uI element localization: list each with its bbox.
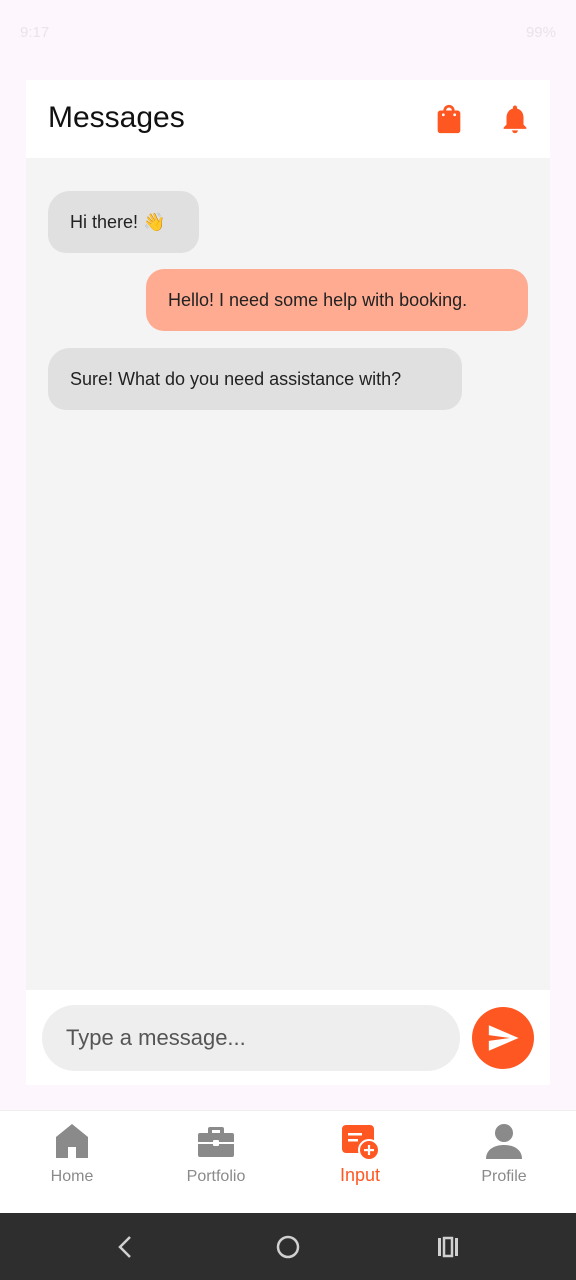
page-title: Messages (48, 101, 185, 134)
system-navigation-bar (0, 1213, 576, 1280)
nav-item-profile[interactable]: Profile (432, 1111, 576, 1214)
back-icon[interactable] (110, 1231, 142, 1263)
message-bubble-incoming: Sure! What do you need assistance with? (48, 348, 462, 410)
nav-label-input: Input (339, 1165, 381, 1185)
bottom-navigation: Home Portfolio Input Profile (0, 1110, 576, 1213)
app-header: Messages (26, 80, 550, 158)
messages-card: Messages Hi there! 👋 Hello! I need some … (26, 80, 550, 1085)
message-input[interactable] (42, 1005, 460, 1071)
status-time: 9:17 (20, 24, 50, 41)
recents-icon[interactable] (432, 1231, 464, 1263)
home-icon (56, 1124, 88, 1158)
status-battery: 99% (525, 24, 556, 41)
nav-label-home: Home (50, 1168, 94, 1185)
nav-item-input[interactable]: Input (288, 1111, 432, 1214)
message-bubble-incoming: Hi there! 👋 (48, 191, 199, 253)
send-button[interactable] (472, 1007, 534, 1069)
nav-label-portfolio: Portfolio (186, 1168, 246, 1185)
nav-item-portfolio[interactable]: Portfolio (144, 1111, 288, 1214)
composer-bar (26, 990, 550, 1085)
add-note-icon (342, 1125, 380, 1161)
briefcase-icon (198, 1127, 234, 1157)
nav-item-home[interactable]: Home (0, 1111, 144, 1214)
chat-thread[interactable]: Hi there! 👋 Hello! I need some help with… (26, 158, 550, 990)
send-icon (488, 1025, 519, 1051)
person-icon (486, 1124, 522, 1159)
home-circle-icon[interactable] (272, 1231, 304, 1263)
shopping-bag-icon[interactable] (432, 102, 466, 136)
status-bar: 9:17 99% (0, 0, 576, 70)
message-bubble-outgoing: Hello! I need some help with booking. (146, 269, 528, 331)
nav-label-profile: Profile (481, 1168, 527, 1185)
bell-icon[interactable] (498, 102, 532, 136)
